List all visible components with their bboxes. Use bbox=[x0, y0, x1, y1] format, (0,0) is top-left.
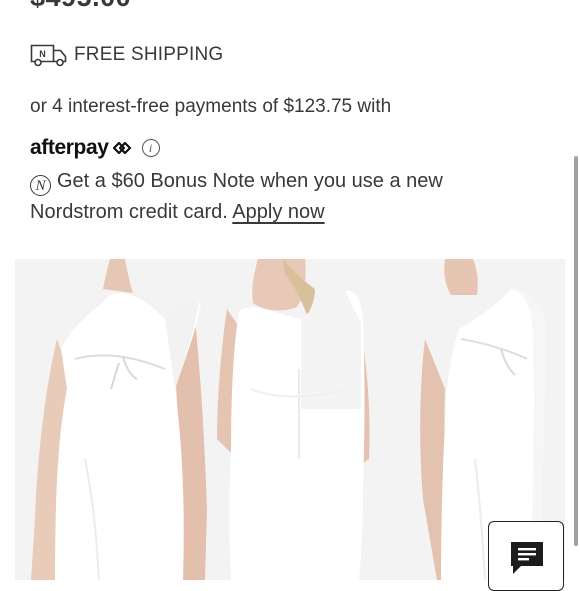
chat-icon bbox=[511, 542, 543, 574]
afterpay-row: afterpay i bbox=[30, 134, 160, 162]
svg-text:N: N bbox=[39, 49, 46, 59]
installment-text: or 4 interest-free payments of $123.75 w… bbox=[30, 96, 392, 117]
chat-button[interactable] bbox=[488, 521, 564, 591]
scrollbar-thumb[interactable] bbox=[574, 156, 578, 546]
afterpay-logo: afterpay bbox=[30, 136, 109, 159]
product-image-gallery[interactable] bbox=[15, 259, 565, 580]
free-shipping-row: N FREE SHIPPING bbox=[30, 40, 223, 70]
product-photos bbox=[15, 259, 565, 580]
afterpay-arrows-icon bbox=[112, 141, 131, 155]
apply-now-link[interactable]: Apply now bbox=[232, 201, 324, 223]
info-icon[interactable]: i bbox=[141, 139, 160, 157]
product-price: $495.00 bbox=[30, 0, 131, 13]
free-shipping-label: FREE SHIPPING bbox=[74, 44, 224, 65]
truck-icon: N bbox=[30, 44, 67, 67]
bonus-note-promo: N Get a $60 Bonus Note when you use a new… bbox=[30, 166, 530, 228]
nordstrom-note-icon: N bbox=[30, 175, 51, 196]
